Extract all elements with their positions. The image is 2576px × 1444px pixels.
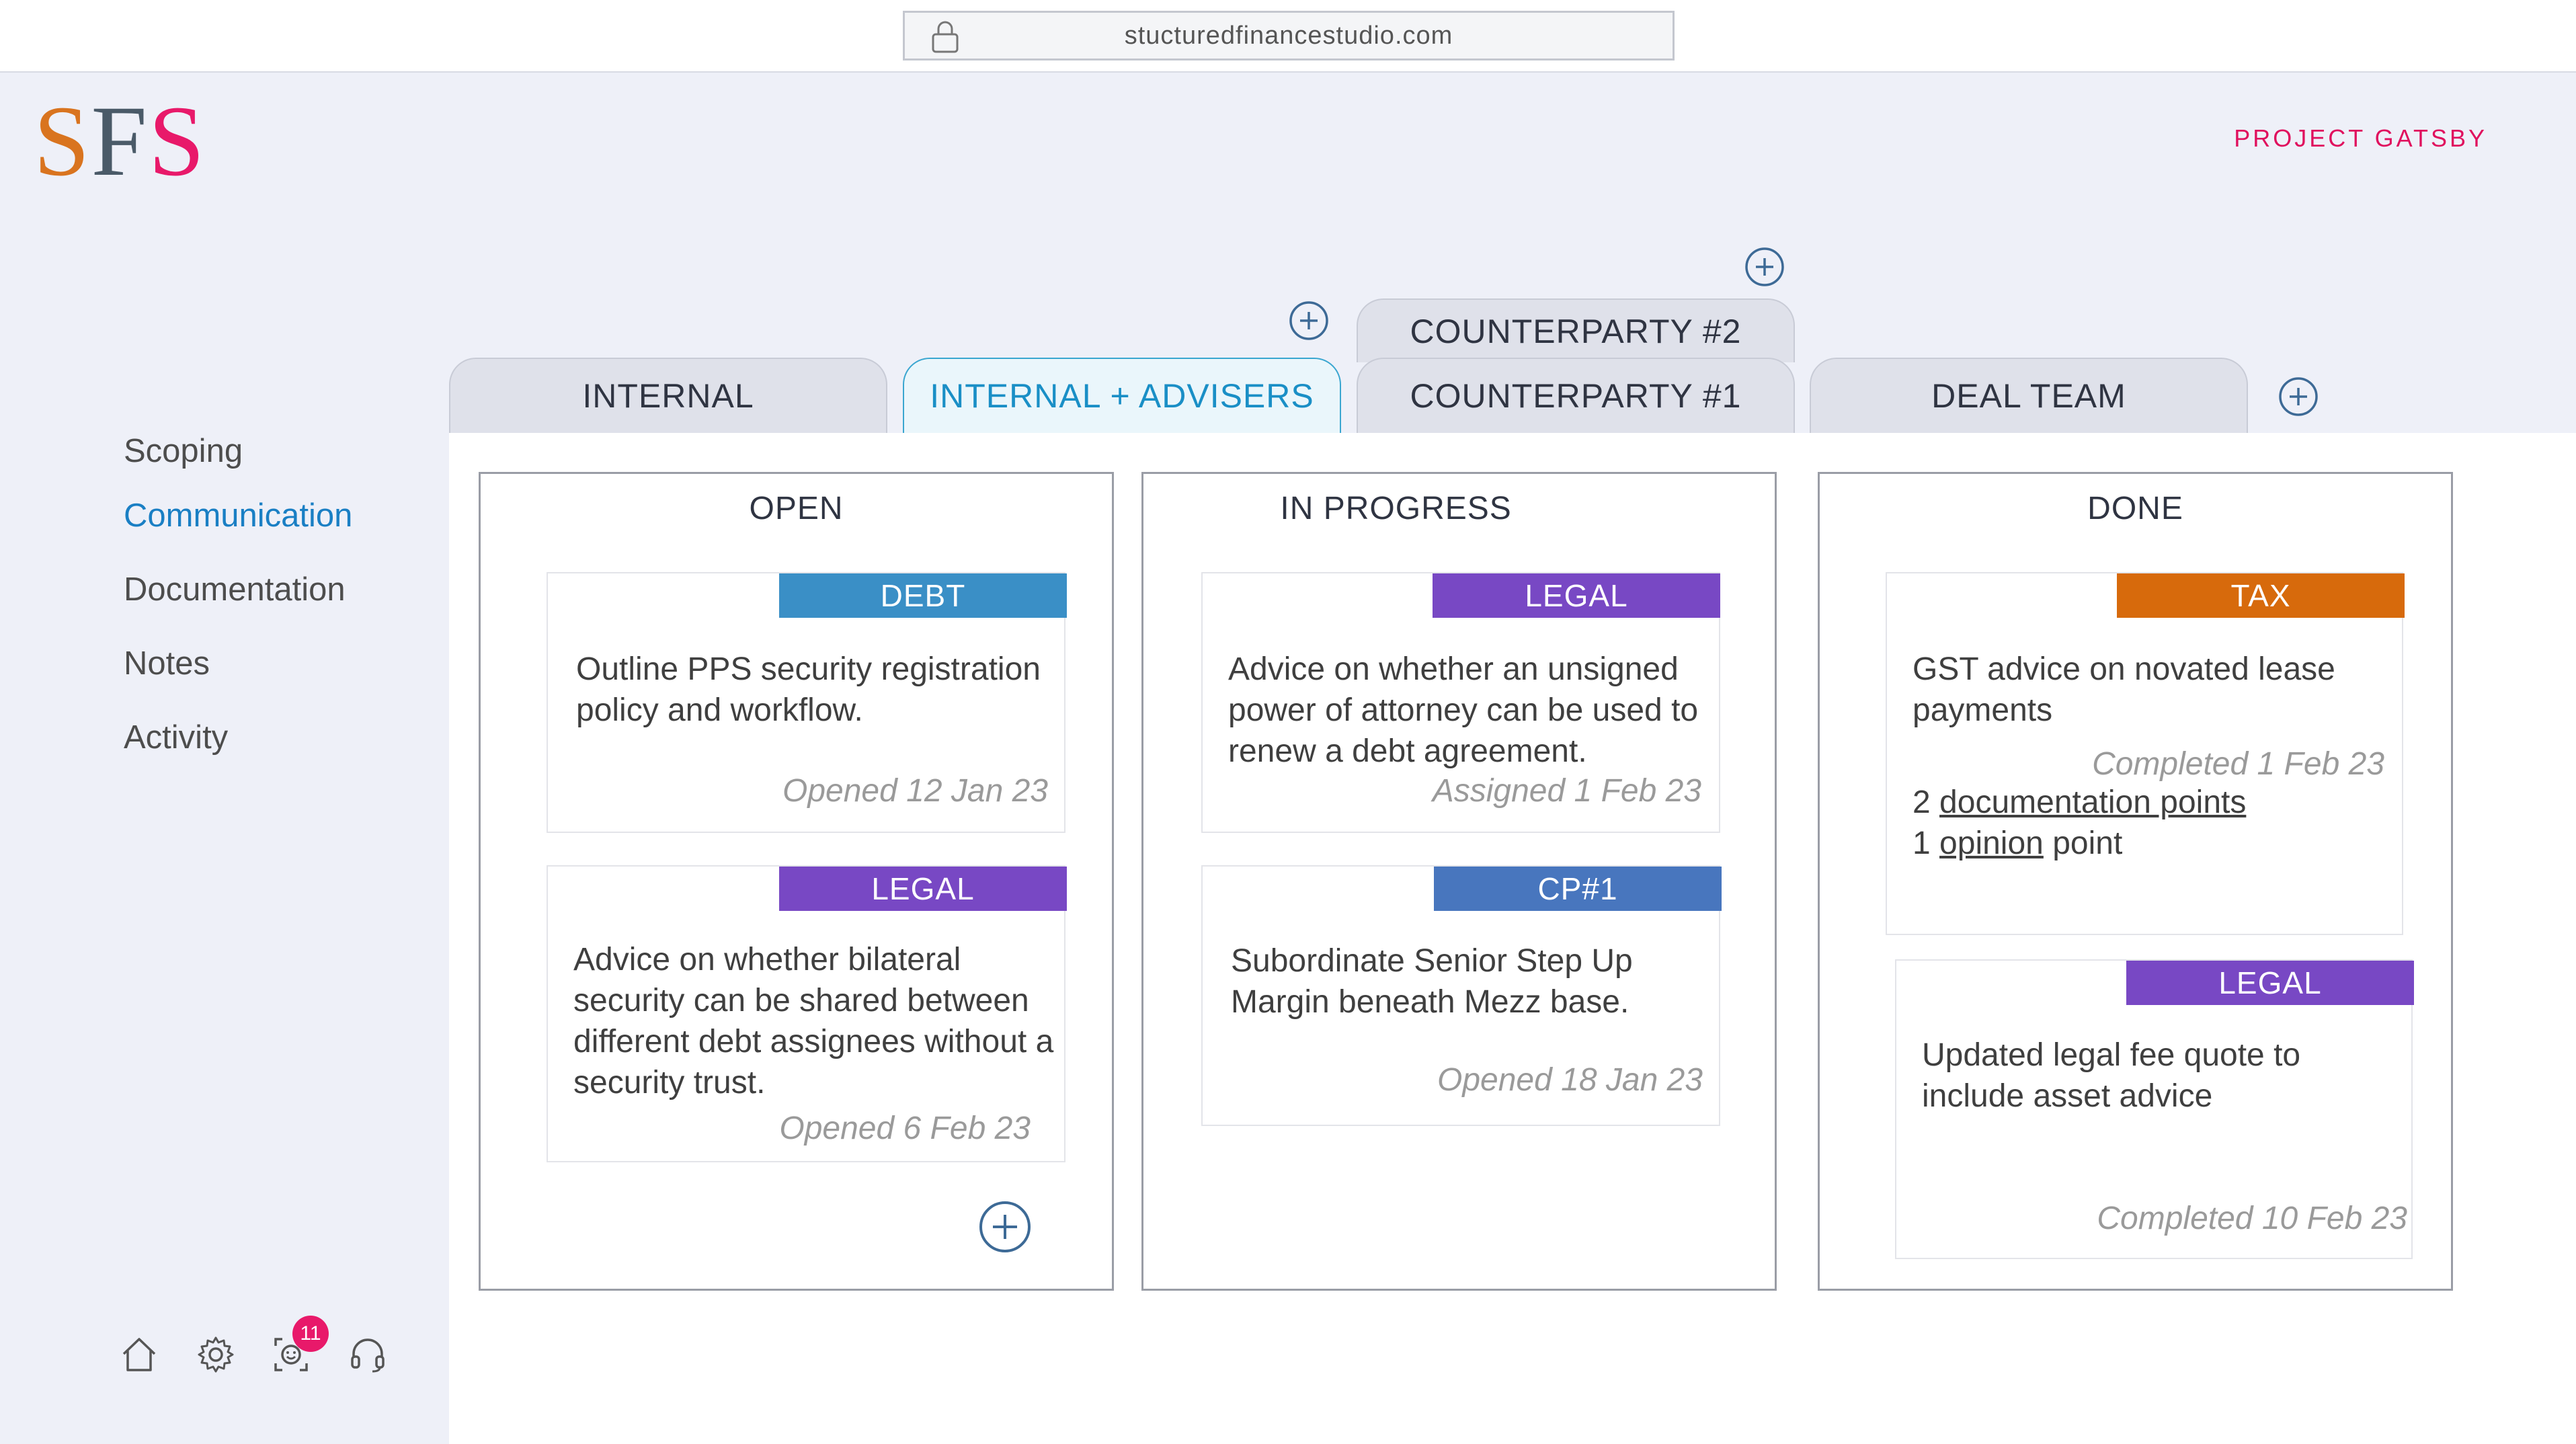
- url-text: stucturedfinancestudio.com: [1124, 21, 1453, 50]
- tag-cp1: CP#1: [1434, 867, 1722, 911]
- sidebar-item-activity[interactable]: Activity: [124, 719, 228, 756]
- logo-letter-f: F: [91, 85, 149, 197]
- tab-label: INTERNAL: [582, 377, 754, 415]
- card-description: Advice on whether bilateral security can…: [573, 942, 1054, 1100]
- sidebar-item-documentation[interactable]: Documentation: [124, 571, 346, 608]
- sidebar-item-scoping[interactable]: Scoping: [124, 432, 243, 470]
- tab-counterparty-1[interactable]: COUNTERPARTY #1: [1357, 358, 1795, 433]
- sidebar-item-notes[interactable]: Notes: [124, 645, 210, 682]
- add-card-icon[interactable]: [978, 1200, 1032, 1254]
- doc-count: 2: [1913, 785, 1931, 820]
- documentation-points-line: 2 documentation points: [1913, 782, 2397, 823]
- column-title: IN PROGRESS: [1280, 491, 1512, 526]
- logo-letter-s2: S: [148, 85, 206, 197]
- opinion-points-line: 1 opinion point: [1913, 823, 2397, 864]
- card-date: Opened 18 Jan 23: [1437, 1062, 1703, 1098]
- card-description: Outline PPS security registration policy…: [576, 651, 1041, 728]
- project-title: PROJECT GATSBY: [2234, 124, 2487, 152]
- column-in-progress: IN PROGRESS LEGAL Advice on whether an u…: [1141, 472, 1777, 1291]
- address-bar[interactable]: stucturedfinancestudio.com: [903, 11, 1675, 61]
- settings-icon[interactable]: [195, 1334, 237, 1375]
- documentation-points-link[interactable]: documentation points: [1939, 785, 2246, 820]
- sidebar-item-communication[interactable]: Communication: [124, 497, 352, 534]
- task-card[interactable]: DEBT Outline PPS security registration p…: [547, 572, 1067, 833]
- card-date: Opened 12 Jan 23: [782, 773, 1048, 809]
- opinion-link[interactable]: opinion: [1939, 826, 2044, 861]
- task-card[interactable]: TAX GST advice on novated lease payments…: [1886, 572, 2405, 935]
- tab-internal[interactable]: INTERNAL: [449, 358, 887, 433]
- sfs-logo[interactable]: SFS: [34, 91, 206, 192]
- tab-label: COUNTERPARTY #2: [1410, 312, 1742, 350]
- card-description: Updated legal fee quote to include asset…: [1922, 1037, 2301, 1114]
- card-description: Subordinate Senior Step Up Margin beneat…: [1231, 943, 1633, 1020]
- tab-internal-advisers[interactable]: INTERNAL + ADVISERS: [903, 358, 1341, 433]
- add-circle-icon[interactable]: [1288, 300, 1330, 342]
- tag-legal: LEGAL: [2126, 961, 2414, 1005]
- task-card[interactable]: CP#1 Subordinate Senior Step Up Margin b…: [1201, 865, 1722, 1126]
- support-headset-icon[interactable]: [347, 1334, 389, 1375]
- tab-deal-team[interactable]: DEAL TEAM: [1810, 358, 2248, 433]
- task-card[interactable]: LEGAL Advice on whether an unsigned powe…: [1201, 572, 1720, 833]
- column-title: OPEN: [749, 491, 844, 526]
- task-card[interactable]: LEGAL Advice on whether bilateral securi…: [547, 865, 1067, 1162]
- tab-label: INTERNAL + ADVISERS: [930, 377, 1314, 415]
- card-description: Advice on whether an unsigned power of a…: [1228, 651, 1699, 769]
- opinion-suffix: point: [2052, 826, 2123, 861]
- tab-label: DEAL TEAM: [1931, 377, 2126, 415]
- tag-debt: DEBT: [779, 573, 1067, 618]
- card-date: Opened 6 Feb 23: [779, 1111, 1031, 1146]
- card-date: Completed 10 Feb 23: [2097, 1201, 2407, 1236]
- browser-toolbar: stucturedfinancestudio.com: [0, 0, 2576, 73]
- column-open: OPEN DEBT Outline PPS security registrat…: [479, 472, 1114, 1291]
- tab-label: COUNTERPARTY #1: [1410, 377, 1742, 415]
- card-description: GST advice on novated lease payments: [1913, 651, 2335, 728]
- logo-letter-s: S: [34, 85, 91, 197]
- home-icon[interactable]: [118, 1334, 160, 1375]
- tag-tax: TAX: [2117, 573, 2405, 618]
- column-done: DONE TAX GST advice on novated lease pay…: [1818, 472, 2453, 1291]
- opinion-count: 1: [1913, 826, 1931, 861]
- column-title: DONE: [2087, 491, 2183, 526]
- add-tab-icon[interactable]: [2278, 376, 2319, 417]
- tag-legal: LEGAL: [779, 867, 1067, 911]
- tab-counterparty-2[interactable]: COUNTERPARTY #2: [1357, 298, 1795, 362]
- add-circle-icon[interactable]: [1744, 246, 1785, 288]
- card-date: Completed 1 Feb 23: [2092, 746, 2384, 782]
- tag-legal: LEGAL: [1433, 573, 1720, 618]
- card-date: Assigned 1 Feb 23: [1432, 773, 1701, 809]
- notification-badge: 11: [292, 1316, 329, 1352]
- task-card[interactable]: LEGAL Updated legal fee quote to include…: [1895, 959, 2414, 1259]
